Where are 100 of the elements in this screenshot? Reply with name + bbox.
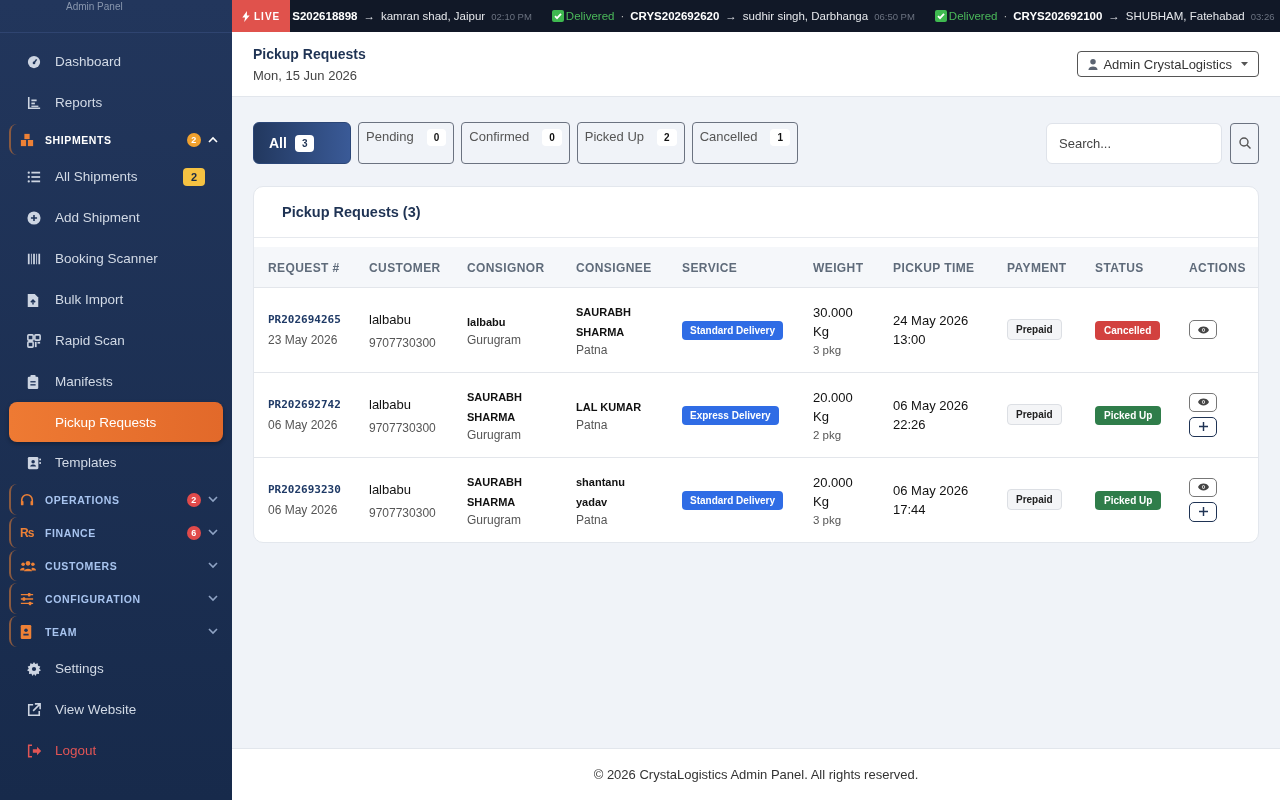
nav-item[interactable]: View Website [9,689,223,730]
user-icon [1088,58,1099,70]
package-count: 3 pkg [813,344,843,356]
view-button[interactable] [1189,392,1217,412]
weight: 20.000 Kg [813,474,854,512]
sliders-icon [20,591,34,606]
count-badge: 6 [187,525,201,540]
customer-phone: 9707730300 [369,335,437,350]
nav-item[interactable]: Booking Scanner [9,238,223,279]
customer-name: lalbabu [369,480,412,499]
column-header: CONSIGNEE [576,260,652,275]
list-icon [27,169,41,184]
status-tag: Cancelled [1095,320,1161,340]
chart-icon [27,95,41,110]
timestamp: 06:50 PM [874,10,915,22]
plus-circle-icon [27,210,41,225]
arrow-icon: → [725,10,737,22]
customer-name: lalbabu [369,310,412,329]
qr-icon [27,333,41,348]
consignee-city: Patna [576,513,609,528]
count-badge: 0 [542,129,562,146]
badge-id-icon [20,624,32,639]
section-header[interactable]: TEAM [9,616,223,647]
section-header[interactable]: CUSTOMERS [9,550,223,581]
count-badge: 1 [770,129,790,146]
nav-item[interactable]: Manifests [9,361,223,402]
request-id[interactable]: PR202692742 [268,397,369,411]
payment-tag: Prepaid [1007,319,1062,340]
separator-dot: · [620,10,625,22]
request-id[interactable]: PR202693230 [268,482,369,496]
section-header[interactable]: Rs FINANCE 6 [9,517,223,548]
filter-tab[interactable]: Cancelled 1 [691,122,798,164]
nav-item[interactable]: Settings [9,648,223,689]
column-header: SERVICE [682,260,738,275]
chevron-down-icon [208,628,218,635]
checkbox-icon [551,10,564,22]
page-date: Mon, 15 Jun 2026 [253,67,359,83]
settings-icon [27,661,41,676]
headset-icon [20,492,34,507]
nav-item[interactable]: Dashboard [9,41,223,82]
filter-tab[interactable]: All 3 [253,122,351,164]
page-title: Pickup Requests [253,45,366,62]
delivery-status: Delivered [948,10,998,22]
pickup-time: 22:26 [893,415,927,434]
nav-item[interactable]: Reports [9,82,223,123]
consignee-name: shantanu yadav [576,475,626,511]
section-header[interactable]: SHIPMENTS 2 [9,124,223,155]
section-header[interactable]: OPERATIONS 2 [9,484,223,515]
filter-tab[interactable]: Picked Up 2 [576,122,685,164]
search-field[interactable]: Search... [1046,122,1222,164]
service-tag: Standard Delivery [682,320,784,340]
plus-icon [1198,422,1208,431]
nav-item[interactable]: Bulk Import [9,279,223,320]
nav-item[interactable]: All Shipments 2 [9,156,223,197]
destination: sudhir singh, Darbhanga [742,10,869,22]
delivery-status: Delivered [565,10,615,22]
column-header: ACTIONS [1189,260,1246,275]
search-icon [1238,137,1251,149]
section-header[interactable]: CONFIGURATION [9,583,223,614]
count-badge: 0 [426,129,447,146]
filter-tab[interactable]: Pending 0 [358,122,455,164]
chevron-down-icon [208,496,218,503]
nav-item[interactable]: Logout [9,730,223,771]
brand-subtitle: Admin Panel [66,1,124,12]
nav-item[interactable]: Add Shipment [9,197,223,238]
add-button[interactable] [1189,501,1217,522]
user-menu-button[interactable]: Admin CrystaLogistics [1077,51,1259,77]
nav-item[interactable]: Templates [9,442,223,483]
weight: 30.000 Kg [813,304,854,341]
column-header: CUSTOMER [369,260,441,275]
payment-tag: Prepaid [1007,404,1062,425]
chevron-down-icon [208,529,218,536]
count-badge: 2 [657,129,677,146]
column-header: REQUEST # [268,260,340,275]
filter-tab[interactable]: Confirmed 0 [461,122,570,164]
consignor-city: Gurugram [467,333,523,347]
add-button[interactable] [1189,416,1217,437]
checkbox-icon [934,10,947,22]
shipment-id: S202618898 [292,10,358,22]
payment-tag: Prepaid [1007,489,1062,511]
users-icon [20,558,36,573]
consignee-name: SAURABH SHARMA [576,305,632,340]
request-date: 23 May 2026 [268,332,339,347]
request-id[interactable]: PR202694265 [268,312,369,326]
live-badge: LIVE [232,0,291,32]
status-tag: Picked Up [1095,405,1162,425]
timestamp: 03:26 [1250,10,1275,22]
search-button[interactable] [1230,122,1259,164]
weight: 20.000 Kg [813,389,854,426]
pickup-time: 13:00 [893,330,927,349]
count-badge: 2 [187,132,201,147]
view-button[interactable] [1189,320,1217,339]
consignor-name: lalbabu [467,315,507,330]
count-badge: 2 [187,492,201,507]
nav-item[interactable]: Rapid Scan [9,320,223,361]
view-button[interactable] [1189,477,1217,497]
consignee-city: Patna [576,418,609,432]
service-tag: Standard Delivery [682,490,784,510]
external-link-icon [27,702,41,717]
pickup-date: 24 May 2026 [893,311,970,330]
